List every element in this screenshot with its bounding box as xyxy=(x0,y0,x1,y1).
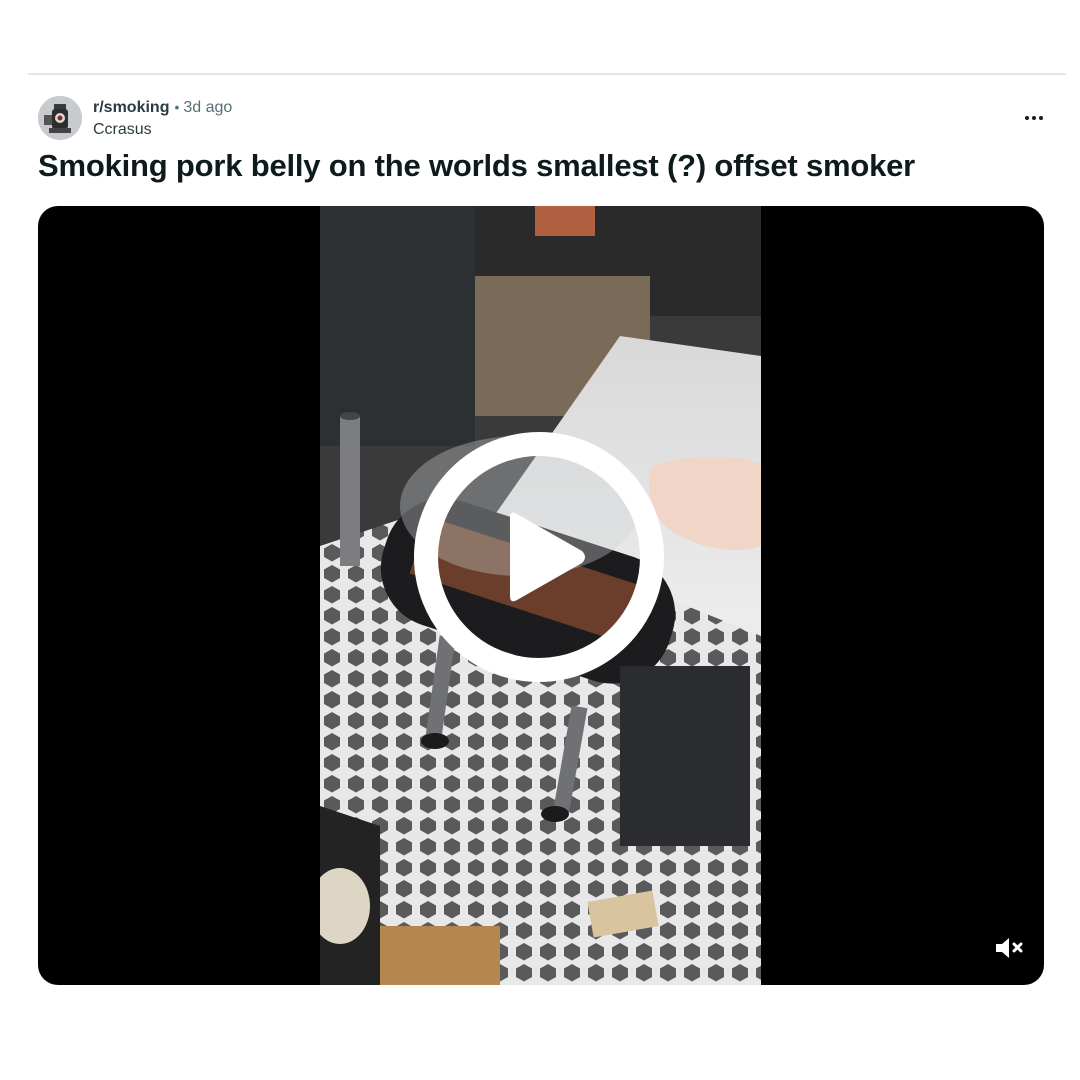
video-player[interactable] xyxy=(38,206,1044,985)
post-timestamp: 3d ago xyxy=(183,99,233,116)
meta-separator: • xyxy=(174,99,180,115)
post-meta: r/smoking • 3d ago Ccrasus xyxy=(93,97,232,140)
subreddit-avatar-icon[interactable] xyxy=(38,96,82,140)
play-icon xyxy=(414,432,664,682)
feed-divider xyxy=(28,73,1066,75)
more-options-icon xyxy=(1025,116,1029,120)
mute-toggle-button[interactable] xyxy=(993,934,1027,962)
play-button[interactable] xyxy=(414,432,664,682)
post-header: r/smoking • 3d ago Ccrasus xyxy=(38,96,1048,142)
more-options-button[interactable] xyxy=(1020,106,1048,130)
subreddit-link[interactable]: r/smoking xyxy=(93,99,169,116)
author-link[interactable]: Ccrasus xyxy=(93,120,232,140)
post-title[interactable]: Smoking pork belly on the worlds smalles… xyxy=(38,146,1048,186)
volume-muted-icon xyxy=(996,938,1023,958)
